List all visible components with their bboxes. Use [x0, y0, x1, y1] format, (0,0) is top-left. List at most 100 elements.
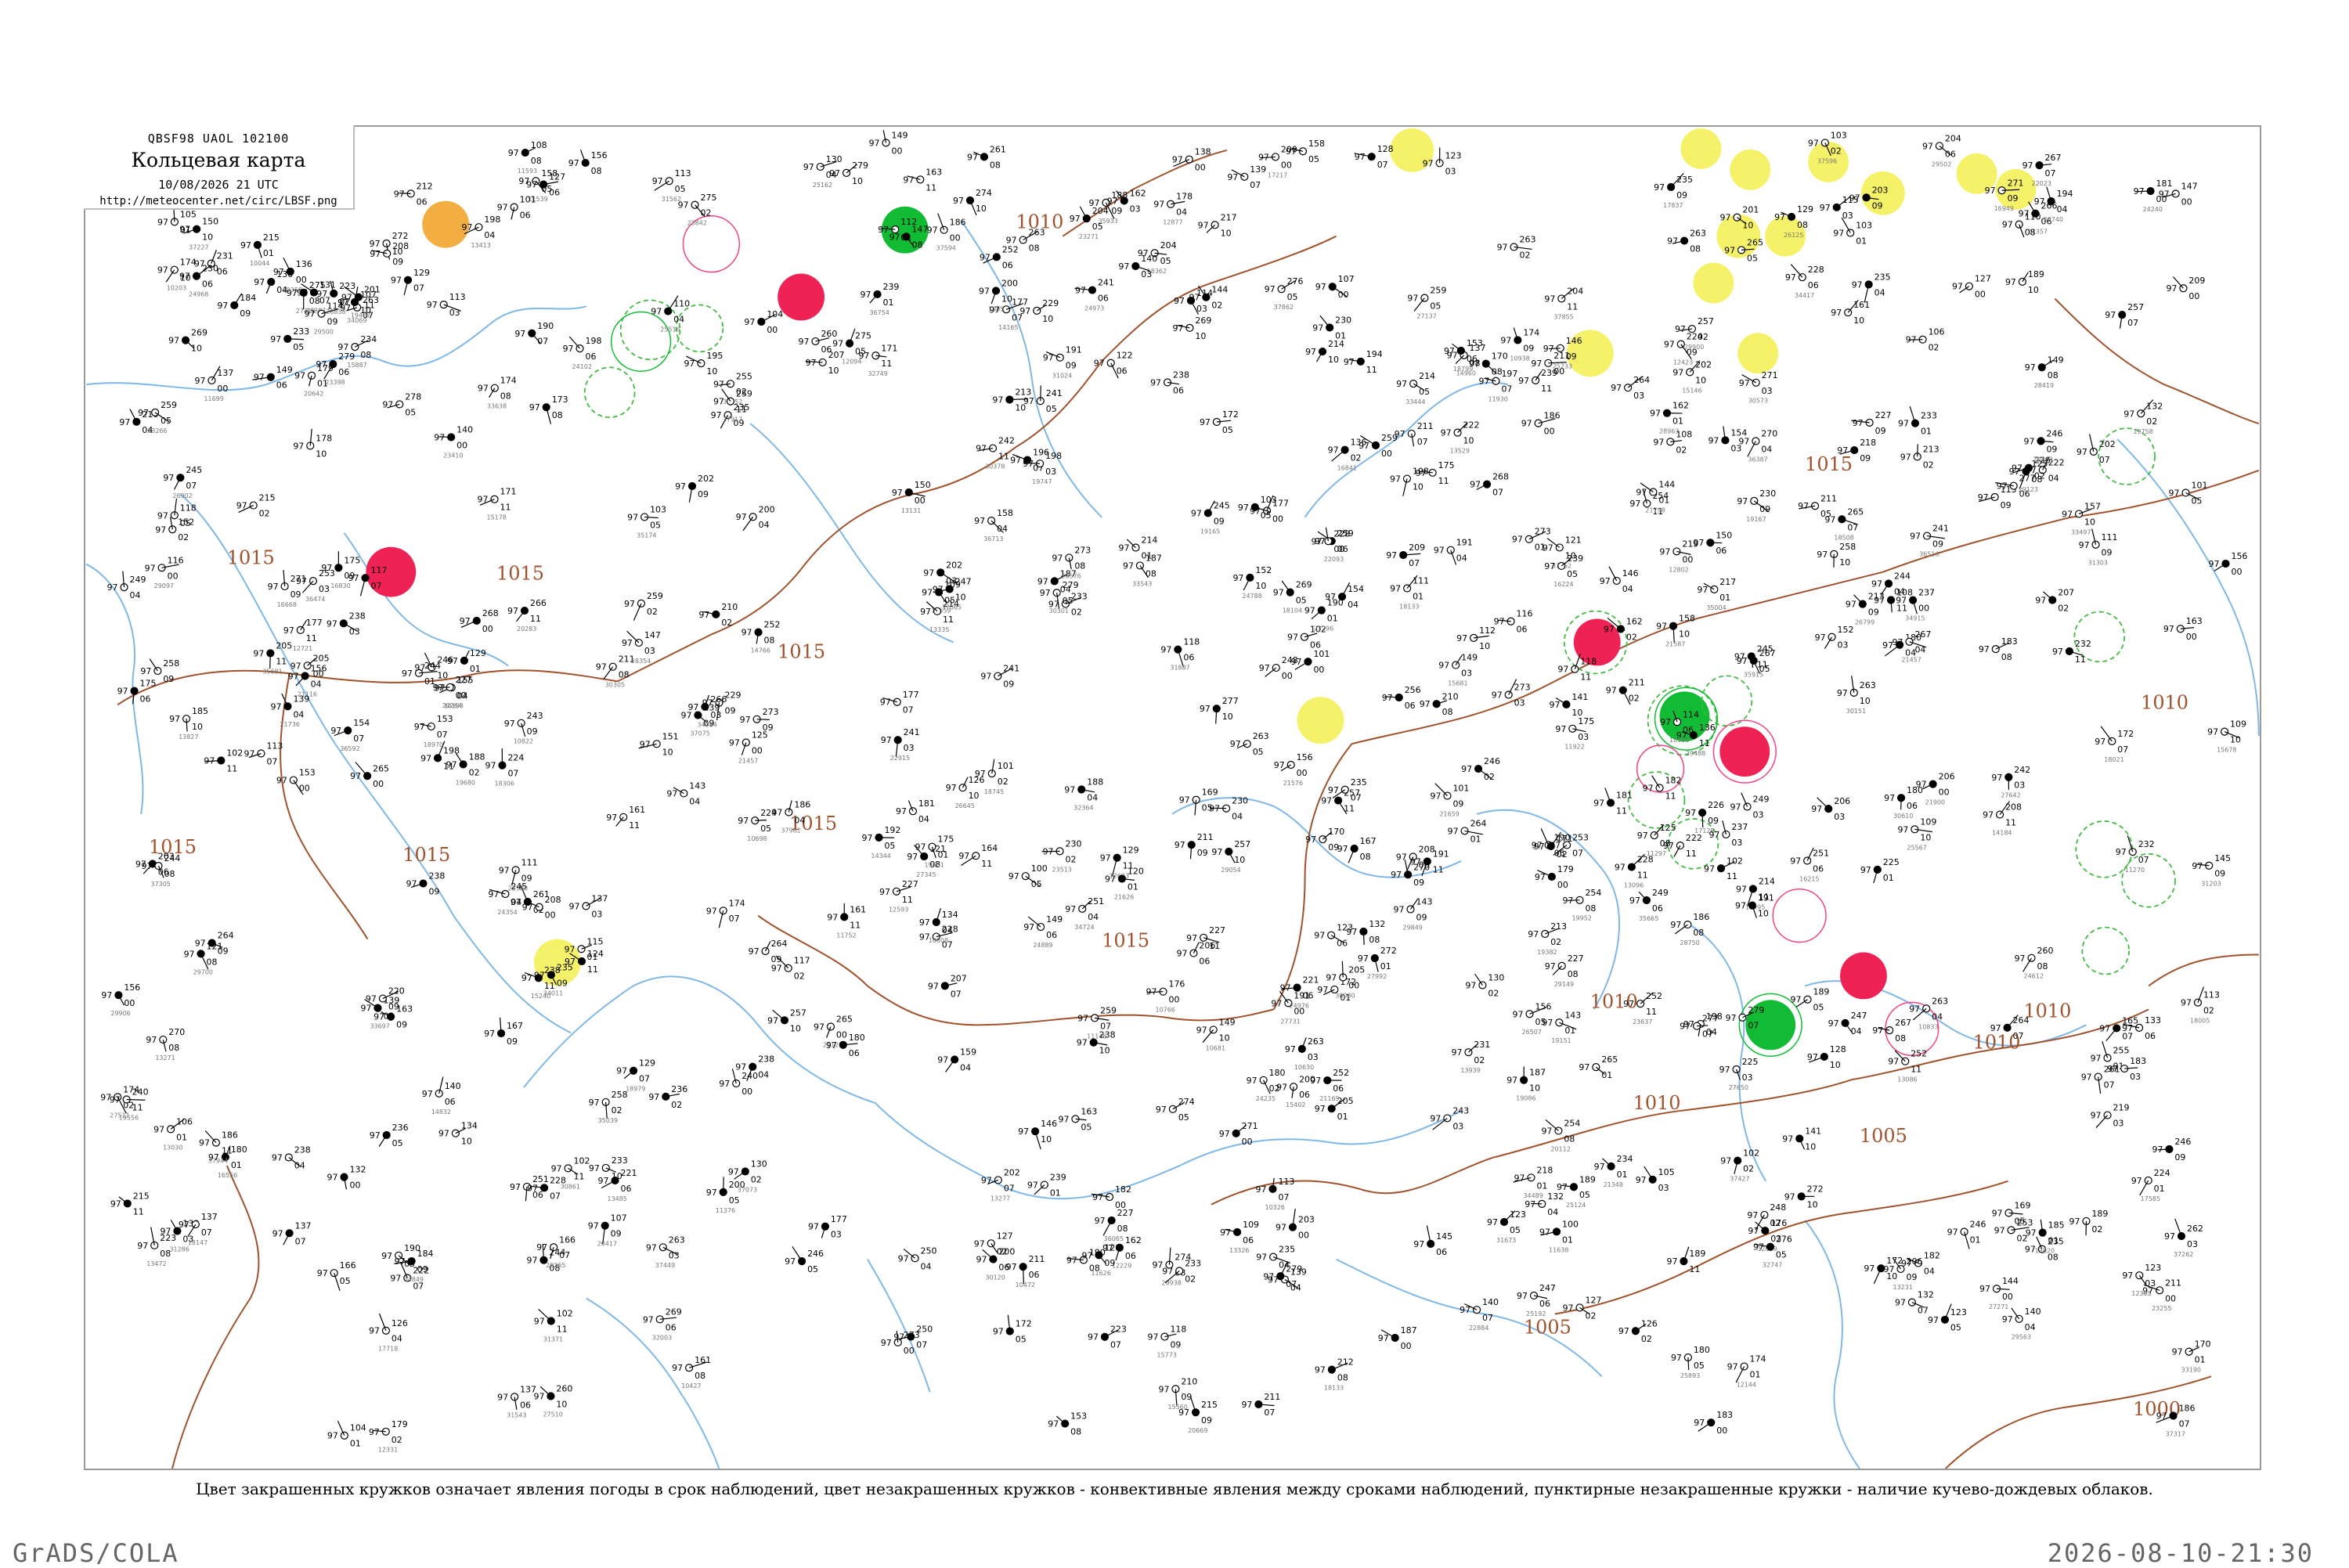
station-plot[interactable]: 263970337449 — [646, 1235, 685, 1269]
station-plot[interactable]: 161971111752 — [827, 903, 866, 939]
station-plot[interactable]: 2639705 — [1230, 731, 1269, 757]
station-plot[interactable]: 136970216841 — [1328, 438, 1367, 472]
station-plot[interactable]: 1799700 — [1535, 864, 1574, 890]
station-plot[interactable]: 2109708 — [1420, 691, 1459, 717]
station-plot[interactable]: 2409700 — [719, 1069, 758, 1097]
station-plot[interactable]: 2029707 — [2077, 434, 2116, 465]
station-plot[interactable]: 1829700 — [1092, 1184, 1131, 1210]
station-plot[interactable]: 247970625192 — [1517, 1283, 1556, 1317]
station-plot[interactable]: 2099707 — [1386, 542, 1425, 568]
station-plot[interactable]: 1009705 — [1009, 863, 1048, 889]
station-plot[interactable]: 1779703 — [808, 1214, 847, 1240]
station-plot[interactable]: 243970910822 — [504, 711, 543, 745]
station-plot[interactable]: 1869700 — [1521, 411, 1561, 437]
station-plot[interactable]: 2079702 — [2035, 587, 2074, 613]
station-plot[interactable]: 2659701 — [1579, 1054, 1618, 1080]
station-plot[interactable]: 257971029054 — [1211, 839, 1250, 874]
station-plot[interactable]: 1749707 — [706, 898, 745, 928]
station-plot[interactable]: 1399707 — [1227, 164, 1266, 190]
station-plot[interactable]: 1029711 — [204, 748, 243, 774]
station-plot[interactable]: 222971013529 — [1441, 420, 1480, 455]
station-plot[interactable]: 251970616215 — [1790, 848, 1829, 882]
station-plot[interactable]: 2309704 — [1209, 796, 1248, 822]
station-plot[interactable]: 2399701 — [1027, 1173, 1066, 1199]
station-plot[interactable]: 1519710 — [639, 731, 679, 757]
station-plot[interactable]: 1139707 — [244, 741, 283, 767]
station-plot[interactable]: 211970610472 — [1006, 1254, 1045, 1289]
station-plot[interactable]: 215970110044 — [240, 232, 280, 267]
station-plot[interactable]: 109971015678 — [2207, 719, 2246, 754]
station-plot[interactable]: 2149710 — [1305, 339, 1344, 365]
station-plot[interactable]: 113970710326 — [1256, 1177, 1295, 1211]
station-plot[interactable]: 150970013131 — [892, 480, 931, 514]
station-plot[interactable]: 230970919167 — [1737, 488, 1776, 523]
station-plot[interactable]: 1899710 — [2005, 269, 2044, 295]
station-plot[interactable]: 1729705 — [993, 1315, 1032, 1345]
station-plot[interactable]: 123970531673 — [1487, 1209, 1526, 1244]
station-plot[interactable]: 2579710 — [767, 1007, 806, 1033]
station-plot[interactable]: 2369702 — [648, 1084, 687, 1110]
station-plot[interactable]: 2529706 — [980, 244, 1019, 270]
station-plot[interactable]: 210970915560 — [1158, 1376, 1197, 1411]
station-plot[interactable]: 2699710 — [168, 328, 207, 354]
station-plot[interactable]: 158970436713 — [974, 508, 1013, 542]
station-plot[interactable]: 1779707 — [880, 690, 919, 716]
station-plot[interactable]: 276970537862 — [1265, 276, 1304, 311]
station-plot[interactable]: 2119709 — [1174, 832, 1214, 859]
station-plot[interactable]: 1279700 — [1952, 274, 1991, 300]
station-plot[interactable]: 1919710 — [1735, 893, 1774, 919]
station-plot[interactable]: 269970632003 — [643, 1307, 682, 1341]
station-plot[interactable]: 174970112144 — [1727, 1354, 1766, 1389]
station-plot[interactable]: 114970929500 — [305, 301, 344, 336]
station-plot[interactable]: 1959710 — [684, 351, 723, 377]
station-plot[interactable]: 260970824612 — [2015, 946, 2054, 980]
station-plot[interactable]: 252970814766 — [742, 620, 781, 654]
station-plot[interactable]: 1829711 — [1643, 775, 1682, 801]
station-plot[interactable]: 2739703 — [1492, 679, 1531, 708]
station-plot[interactable]: 179970212331 — [369, 1419, 408, 1454]
station-plot[interactable]: 273970820576 — [1052, 545, 1091, 579]
station-plot[interactable]: 1739708 — [529, 395, 568, 424]
station-plot[interactable]: 1849709 — [217, 293, 256, 319]
station-plot[interactable]: 232970711270 — [2116, 835, 2155, 874]
station-plot[interactable]: 1019706 — [497, 195, 536, 221]
station-plot[interactable]: 2239707 — [1088, 1325, 1127, 1350]
station-plot[interactable]: 204971137855 — [1544, 286, 1583, 320]
station-plot[interactable]: 2369705 — [370, 1123, 409, 1148]
station-plot[interactable]: 186971137944 — [199, 1130, 238, 1165]
station-plot[interactable]: 213970219382 — [1528, 921, 1567, 956]
station-plot[interactable]: 125970021457 — [729, 730, 768, 765]
station-plot[interactable]: 2599702 — [624, 591, 663, 621]
station-plot[interactable]: 258970235039 — [589, 1090, 628, 1124]
station-plot[interactable]: 1079700 — [1315, 274, 1355, 300]
station-plot[interactable]: 204970523271 — [1070, 206, 1109, 240]
station-plot[interactable]: 212970818133 — [1315, 1357, 1354, 1392]
station-plot[interactable]: 1819711 — [1593, 788, 1633, 816]
station-plot[interactable]: 1159703 — [1820, 195, 1859, 221]
station-plot[interactable]: 1289707 — [1355, 144, 1394, 170]
station-plot[interactable]: 227971112593 — [879, 879, 918, 914]
station-plot[interactable]: 2159702 — [236, 493, 276, 519]
station-plot[interactable]: 205970030030 — [1326, 961, 1365, 1000]
station-plot[interactable]: 241970624973 — [1074, 278, 1114, 312]
station-plot[interactable]: 1229706 — [1094, 351, 1133, 378]
station-plot[interactable]: 241970322915 — [881, 727, 920, 762]
station-plot[interactable]: 198970624102 — [563, 336, 602, 370]
station-plot[interactable]: 156970029906 — [101, 982, 140, 1017]
station-plot[interactable]: 102971131371 — [534, 1308, 573, 1343]
station-plot[interactable]: 241970936516 — [1910, 524, 1949, 558]
station-plot[interactable]: 205971135681 — [253, 640, 292, 675]
station-plot[interactable]: 180970525893 — [1671, 1345, 1710, 1379]
station-plot[interactable]: 2199703 — [2091, 1103, 2130, 1129]
station-plot[interactable]: 200970630120 — [976, 1247, 1015, 1281]
station-plot[interactable]: 1049701 — [327, 1421, 366, 1448]
station-plot[interactable]: 126970417718 — [369, 1314, 408, 1353]
station-plot[interactable]: 266971120283 — [507, 598, 547, 633]
station-plot[interactable]: 176970010766 — [1146, 979, 1185, 1014]
station-plot[interactable]: 2789705 — [382, 391, 421, 417]
station-plot[interactable]: 101970921659 — [1431, 784, 1470, 818]
station-plot[interactable]: 1949711 — [1344, 349, 1383, 375]
station-plot[interactable]: 2039700 — [1276, 1209, 1315, 1241]
station-plot[interactable]: 180970630610 — [1884, 785, 1923, 820]
station-plot[interactable]: 2589710 — [1817, 542, 1856, 568]
